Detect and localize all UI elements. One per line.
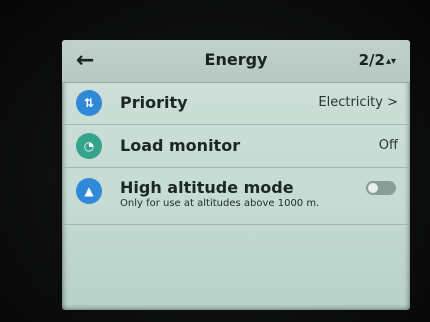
row-value: Off — [378, 138, 398, 153]
device-screen: ← Energy 2/2▴▾ ⇅ Priority Electricity > … — [62, 40, 410, 310]
row-priority[interactable]: ⇅ Priority Electricity > — [62, 82, 410, 125]
row-high-altitude[interactable]: ▲ High altitude mode Only for use at alt… — [62, 168, 410, 225]
page-indicator[interactable]: 2/2▴▾ — [359, 51, 396, 69]
up-down-arrows-icon: ▴▾ — [385, 56, 396, 67]
mountain-icon: ▲ — [76, 178, 102, 204]
header-bar: ← Energy 2/2▴▾ — [62, 40, 410, 83]
row-label: High altitude mode — [120, 178, 294, 197]
row-load-monitor[interactable]: ◔ Load monitor Off — [62, 125, 410, 168]
row-label: Priority — [120, 93, 188, 112]
page-number: 2/2 — [358, 51, 385, 69]
row-sublabel: Only for use at altitudes above 1000 m. — [120, 198, 320, 209]
gauge-icon: ◔ — [76, 133, 102, 159]
row-label: Load monitor — [120, 136, 241, 155]
high-altitude-toggle[interactable] — [366, 181, 396, 195]
row-value: Electricity > — [318, 95, 398, 110]
toggle-knob — [368, 183, 378, 193]
priority-icon: ⇅ — [76, 90, 102, 116]
